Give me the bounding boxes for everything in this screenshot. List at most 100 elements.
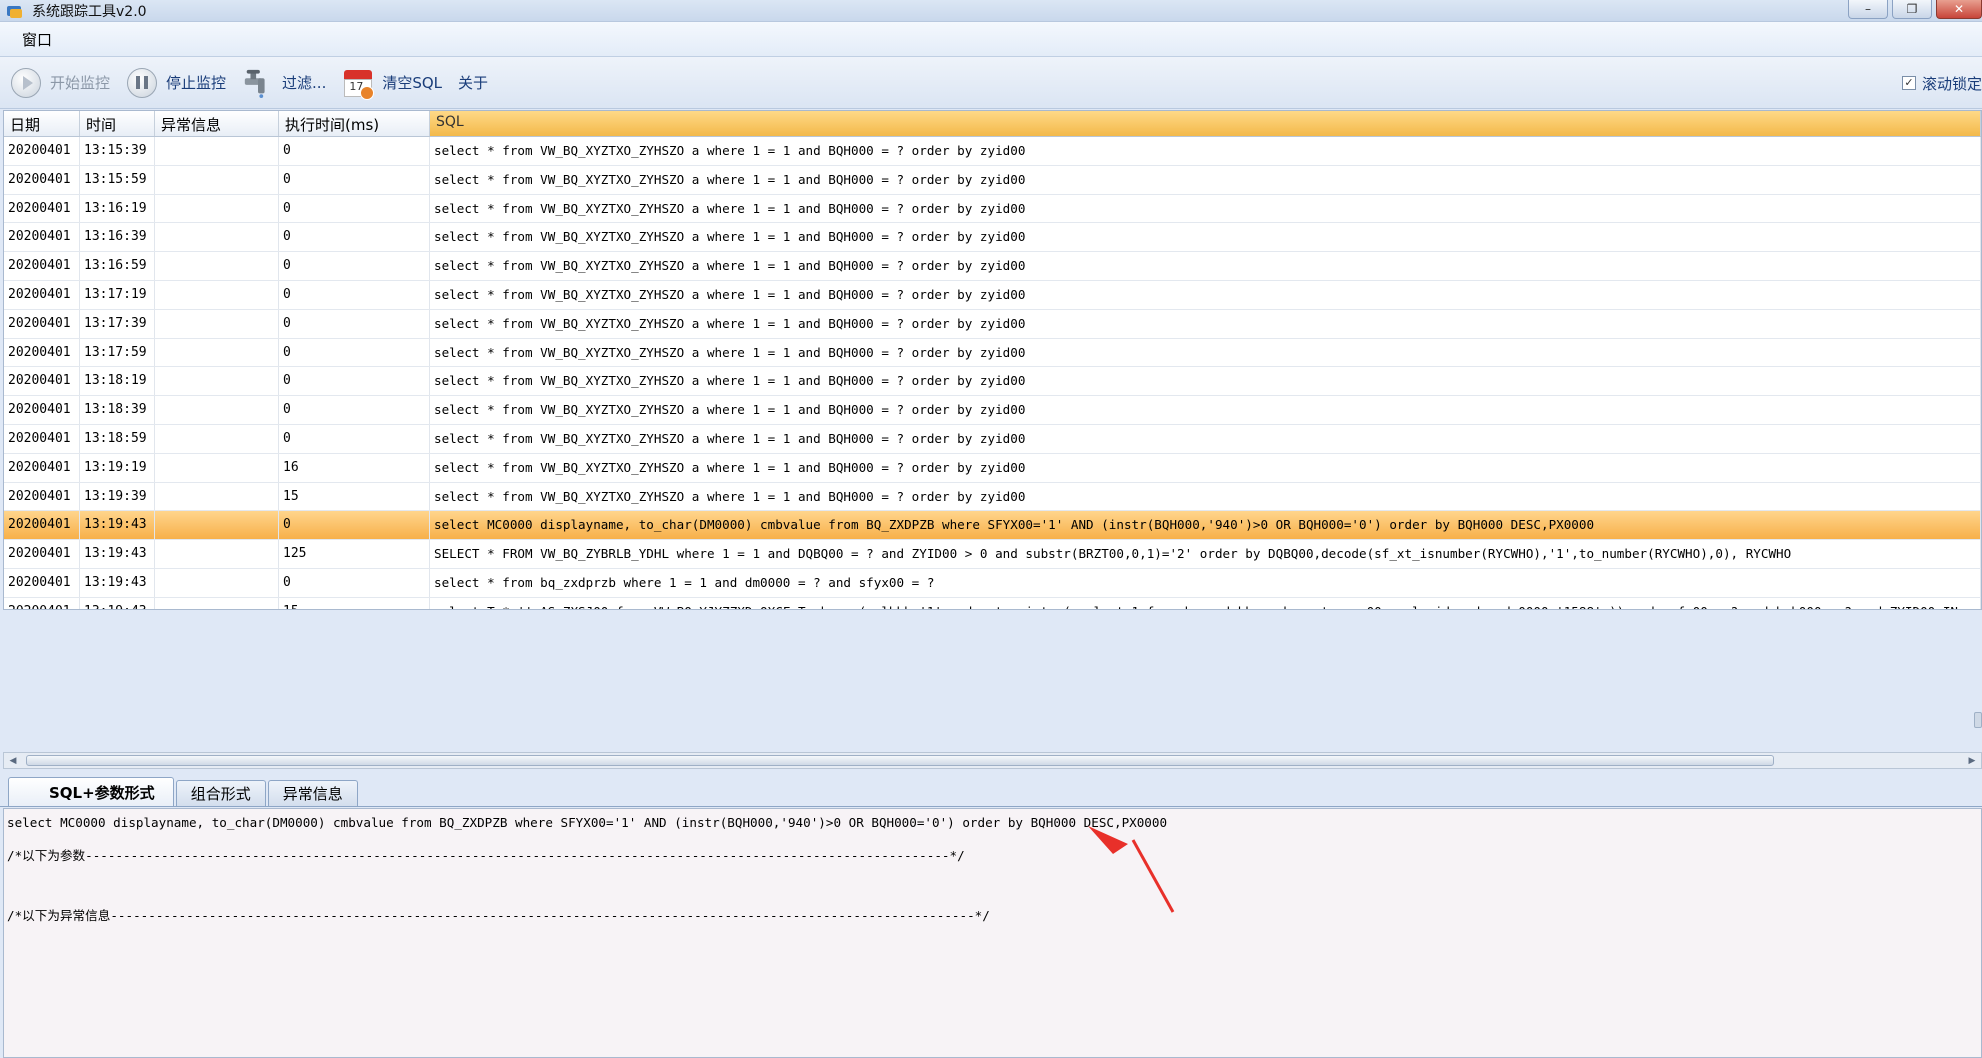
menu-item-window[interactable]: 窗口 bbox=[18, 27, 56, 52]
cell-duration: 0 bbox=[279, 568, 430, 597]
cell-time: 13:19:43 bbox=[80, 568, 155, 597]
table-row[interactable]: 20200401 13:16:19 0 select * from VW_BQ_XYZ… bbox=[4, 194, 1981, 224]
column-header-date[interactable]: 日期 bbox=[4, 111, 80, 136]
stop-monitor-button[interactable]: 停止监控 bbox=[126, 67, 226, 99]
table-row[interactable]: 20200401 13:19:43 125 SELECT * FROM VW_BQ_Z… bbox=[4, 540, 1981, 569]
cell-sql: select * from VW_BQ_XYZTXO_ZYHSZO a wher… bbox=[430, 309, 1981, 338]
cell-error bbox=[155, 568, 279, 597]
table-row[interactable]: 20200401 13:15:59 0 select * from VW_BQ_XYZ… bbox=[4, 165, 1981, 195]
cell-duration: 125 bbox=[279, 540, 430, 568]
cell-date: 20200401 bbox=[4, 424, 80, 453]
column-header-error[interactable]: 异常信息 bbox=[155, 111, 279, 136]
cell-time: 13:18:19 bbox=[80, 367, 155, 396]
cell-date: 20200401 bbox=[4, 252, 80, 280]
calendar-clear-icon: 17 bbox=[342, 67, 375, 100]
scroll-lock-checkbox[interactable]: ✓ bbox=[1901, 76, 1916, 90]
cell-date: 20200401 bbox=[4, 309, 80, 338]
table-row[interactable]: 2020040113:19:43 15select T.*,'' AS ZXSJ0… bbox=[4, 597, 1981, 609]
cell-sql: select * from VW_BQ_XYZTXO_ZYHSZO a wher… bbox=[430, 165, 1981, 194]
table-row[interactable]: 20200401 13:15:39 0 select * from VW_BQ_XYZ… bbox=[4, 137, 1981, 166]
table-row[interactable]: 20200401 13:19:43 0 select * from bq_zxdprz… bbox=[4, 568, 1981, 598]
sql-detail-panel[interactable]: select MC0000 displayname, to_char(DM000… bbox=[3, 808, 1982, 1058]
sql-trace-table: 日期 时间 异常信息 执行时间(ms) SQL 20200401 13:15:39… bbox=[3, 110, 1982, 610]
window-title: 系统跟踪工具v2.0 bbox=[32, 3, 147, 20]
cell-error bbox=[155, 511, 279, 540]
cell-sql: select * from VW_BQ_XYZTXO_ZYHSZO a wher… bbox=[430, 280, 1981, 309]
table-header: 日期 时间 异常信息 执行时间(ms) SQL bbox=[4, 111, 1981, 137]
scroll-lock-toggle[interactable]: ✓ 滚动锁定 bbox=[1901, 57, 1982, 109]
cell-time: 13:16:59 bbox=[80, 252, 155, 280]
table-row[interactable]: 20200401 13:16:59 0 select * from VW_BQ_XYZ… bbox=[4, 252, 1981, 281]
scroll-lock-label: 滚动锁定 bbox=[1921, 74, 1982, 93]
cell-sql: select * from VW_BQ_XYZTXO_ZYHSZO a wher… bbox=[430, 252, 1981, 280]
cell-date: 20200401 bbox=[4, 396, 80, 424]
detail-params-header: /*以下为参数---------------------------------… bbox=[7, 848, 965, 863]
cell-time: 13:16:19 bbox=[80, 194, 155, 223]
cell-date: 20200401 bbox=[4, 165, 80, 194]
start-monitor-label: 开始监控 bbox=[50, 74, 111, 92]
start-monitor-button[interactable]: 开始监控 bbox=[10, 67, 110, 99]
column-header-time[interactable]: 时间 bbox=[80, 111, 155, 136]
filter-button[interactable]: 过滤... bbox=[242, 67, 326, 99]
table-row[interactable]: 20200401 13:19:19 16 select * from VW_BQ_XY… bbox=[4, 453, 1981, 483]
close-icon[interactable]: ✕ bbox=[1936, 0, 1982, 19]
cell-time: 13:19:43 bbox=[80, 540, 155, 568]
cell-time: 13:19:43 bbox=[80, 597, 155, 609]
cell-time: 13:15:39 bbox=[80, 137, 155, 165]
cell-error bbox=[155, 223, 279, 252]
table-row[interactable]: 20200401 13:18:19 0 select * from VW_BQ_XYZ… bbox=[4, 367, 1981, 397]
cell-error bbox=[155, 396, 279, 424]
scroll-right-icon[interactable]: ▶ bbox=[1963, 753, 1981, 768]
column-header-sql[interactable]: SQL bbox=[430, 111, 1981, 136]
cell-date: 20200401 bbox=[4, 482, 80, 511]
minimize-icon[interactable]: – bbox=[1848, 0, 1888, 19]
title-bar: 系统跟踪工具v2.0 – ❐ ✕ bbox=[0, 0, 1982, 22]
detail-spacer bbox=[7, 875, 1978, 905]
cell-date: 20200401 bbox=[4, 137, 80, 165]
cell-error bbox=[155, 597, 279, 609]
scroll-left-icon[interactable]: ◀ bbox=[4, 753, 22, 768]
cell-sql: select * from VW_BQ_XYZTXO_ZYHSZO a wher… bbox=[430, 223, 1981, 252]
cell-sql: select * from VW_BQ_XYZTXO_ZYHSZO a wher… bbox=[430, 137, 1981, 165]
tab-sql-params[interactable]: SQL+参数形式 bbox=[8, 777, 174, 806]
horizontal-scrollbar[interactable]: ◀ ▶ bbox=[3, 752, 1982, 769]
column-header-duration[interactable]: 执行时间(ms) bbox=[279, 111, 430, 136]
table-row[interactable]: 20200401 13:19:39 15 select * from VW_BQ_XY… bbox=[4, 482, 1981, 512]
table-row[interactable]: 20200401 13:18:39 0 select * from VW_BQ_XYZ… bbox=[4, 396, 1981, 425]
cell-duration: 0 bbox=[279, 165, 430, 194]
table-row[interactable]: 20200401 13:18:59 0 select * from VW_BQ_XYZ… bbox=[4, 424, 1981, 454]
cell-sql: select * from VW_BQ_XYZTXO_ZYHSZO a wher… bbox=[430, 453, 1981, 482]
cell-error bbox=[155, 367, 279, 396]
tab-error-info[interactable]: 异常信息 bbox=[267, 780, 358, 806]
toolbar: 开始监控 停止监控 过滤... 17 清空SQL 关于 bbox=[0, 57, 1982, 109]
annotation-arrow-icon bbox=[1088, 826, 1175, 913]
cell-date: 20200401 bbox=[4, 597, 80, 609]
cell-sql: select * from bq_zxdprzb where 1 = 1 and… bbox=[430, 568, 1981, 597]
cell-duration: 0 bbox=[279, 252, 430, 280]
table-row[interactable]: 20200401 13:17:19 0 select * from VW_BQ_XYZ… bbox=[4, 280, 1981, 310]
cell-sql: select * from VW_BQ_XYZTXO_ZYHSZO a wher… bbox=[430, 482, 1981, 511]
clear-sql-button[interactable]: 17 清空SQL bbox=[342, 67, 442, 100]
about-button[interactable]: 关于 bbox=[458, 72, 488, 93]
cell-time: 13:17:19 bbox=[80, 280, 155, 309]
table-row[interactable]: 20200401 13:17:59 0 select * from VW_BQ_XYZ… bbox=[4, 338, 1981, 368]
cell-duration: 0 bbox=[279, 396, 430, 424]
cell-sql: select * from VW_BQ_XYZTXO_ZYHSZO a wher… bbox=[430, 194, 1981, 223]
horizontal-scroll-thumb[interactable] bbox=[26, 755, 1774, 766]
restore-icon[interactable]: ❐ bbox=[1892, 0, 1932, 19]
cell-error bbox=[155, 309, 279, 338]
about-label: 关于 bbox=[458, 74, 489, 92]
vertical-scrollbar-thumb[interactable] bbox=[1974, 712, 1982, 728]
cell-error bbox=[155, 482, 279, 511]
cell-duration: 0 bbox=[279, 280, 430, 309]
table-row[interactable]: 20200401 13:17:39 0 select * from VW_BQ_XYZ… bbox=[4, 309, 1981, 339]
table-row[interactable]: 20200401 13:16:39 0 select * from VW_BQ_XYZ… bbox=[4, 223, 1981, 253]
cell-sql: select * from VW_BQ_XYZTXO_ZYHSZO a wher… bbox=[430, 396, 1981, 424]
tab-combined[interactable]: 组合形式 bbox=[175, 780, 266, 806]
table-body: 20200401 13:15:39 0 select * from VW_BQ_XYZ… bbox=[4, 137, 1981, 609]
table-row[interactable]: 20200401 13:19:43 0 select MC0000 displayna… bbox=[4, 511, 1981, 541]
cell-date: 20200401 bbox=[4, 511, 80, 540]
cell-time: 13:17:39 bbox=[80, 309, 155, 338]
cell-time: 13:19:19 bbox=[80, 453, 155, 482]
cell-date: 20200401 bbox=[4, 367, 80, 396]
